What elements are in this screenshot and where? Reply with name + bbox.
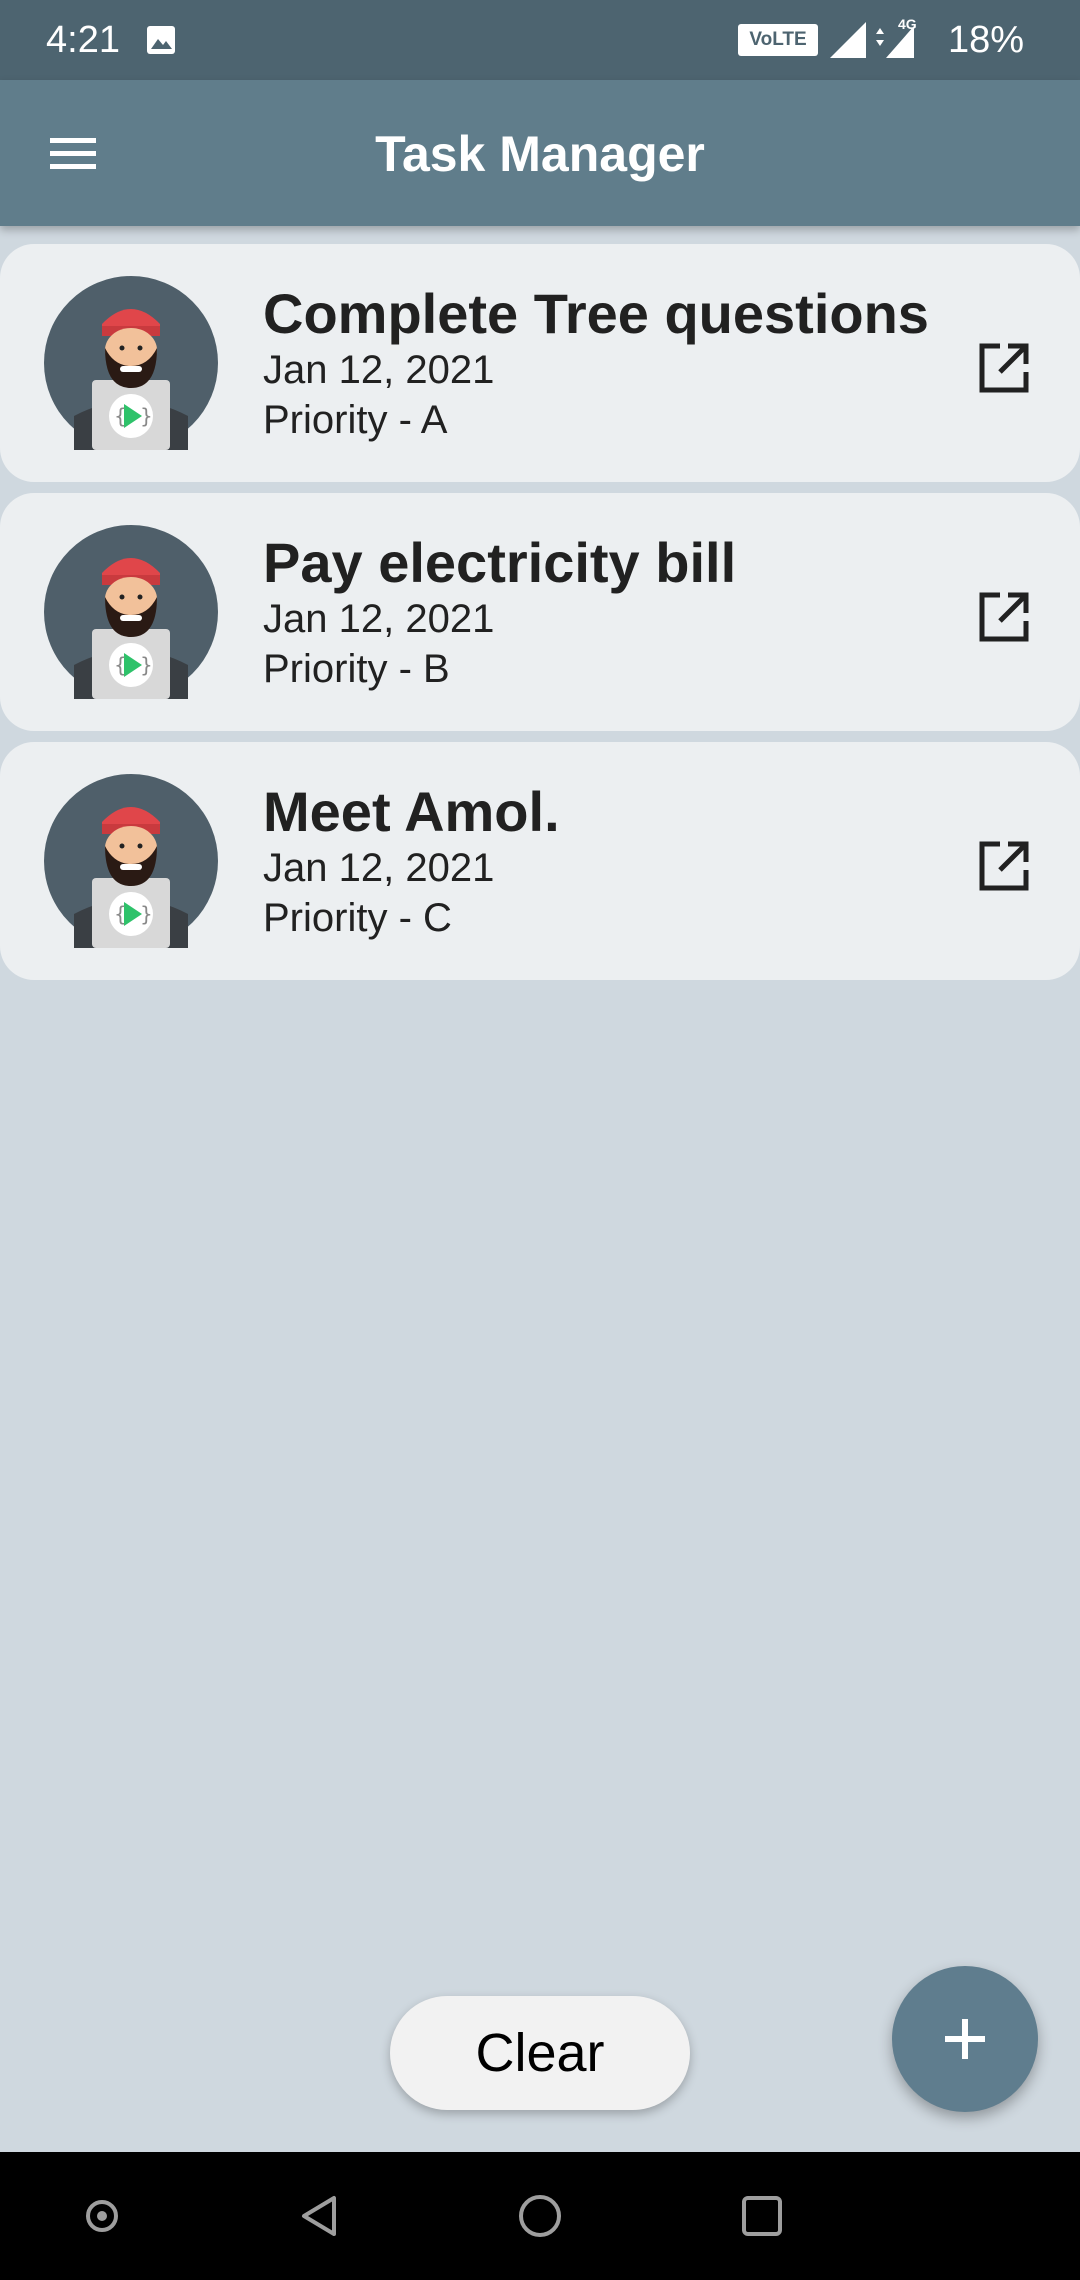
avatar: { } [44, 774, 218, 948]
system-nav-bar [0, 2152, 1080, 2280]
svg-text:}: } [140, 404, 153, 428]
add-task-button[interactable] [892, 1966, 1038, 2112]
clear-button[interactable]: Clear [390, 1996, 690, 2110]
task-card[interactable]: { } Meet Amol. Jan 12, 2021 Priority - C [0, 742, 1080, 980]
task-priority: Priority - B [263, 647, 450, 691]
assistant-icon[interactable] [76, 2190, 128, 2242]
task-priority: Priority - C [263, 896, 452, 940]
app-bar: Task Manager [0, 80, 1080, 226]
task-title: Pay electricity bill [263, 531, 737, 594]
open-in-new-icon[interactable] [976, 838, 1032, 894]
task-title: Meet Amol. [263, 780, 560, 843]
task-title: Complete Tree questions [263, 282, 929, 345]
recents-icon[interactable] [736, 2190, 788, 2242]
network-type-label: 4G [898, 16, 917, 32]
task-card[interactable]: { } Pay electricity bill Jan 12, 2021 Pr… [0, 493, 1080, 731]
back-icon[interactable] [294, 2190, 346, 2242]
svg-text:{: { [114, 902, 127, 926]
page-title: Task Manager [375, 126, 705, 182]
open-in-new-icon[interactable] [976, 340, 1032, 396]
svg-text:}: } [140, 653, 153, 677]
home-icon[interactable] [514, 2190, 566, 2242]
svg-text:}: } [140, 902, 153, 926]
status-time: 4:21 [46, 19, 120, 61]
svg-text:{: { [114, 404, 127, 428]
task-priority: Priority - A [263, 398, 448, 442]
svg-text:{: { [114, 653, 127, 677]
task-date: Jan 12, 2021 [263, 348, 495, 392]
status-bar: 4:21 VoLTE 4G 18% [0, 0, 1080, 80]
task-date: Jan 12, 2021 [263, 597, 495, 641]
avatar: { } [44, 276, 218, 450]
battery-percentage: 18% [947, 19, 1024, 61]
open-in-new-icon[interactable] [976, 589, 1032, 645]
cell-signal-icon [830, 22, 866, 58]
task-date: Jan 12, 2021 [263, 846, 495, 890]
task-card[interactable]: { } Complete Tree questions Jan 12, 2021… [0, 244, 1080, 482]
status-indicators: VoLTE 4G 18% [720, 0, 1080, 80]
volte-icon: VoLTE [738, 24, 818, 56]
avatar: { } [44, 525, 218, 699]
image-notification-icon [147, 26, 175, 54]
plus-icon [945, 2019, 985, 2059]
